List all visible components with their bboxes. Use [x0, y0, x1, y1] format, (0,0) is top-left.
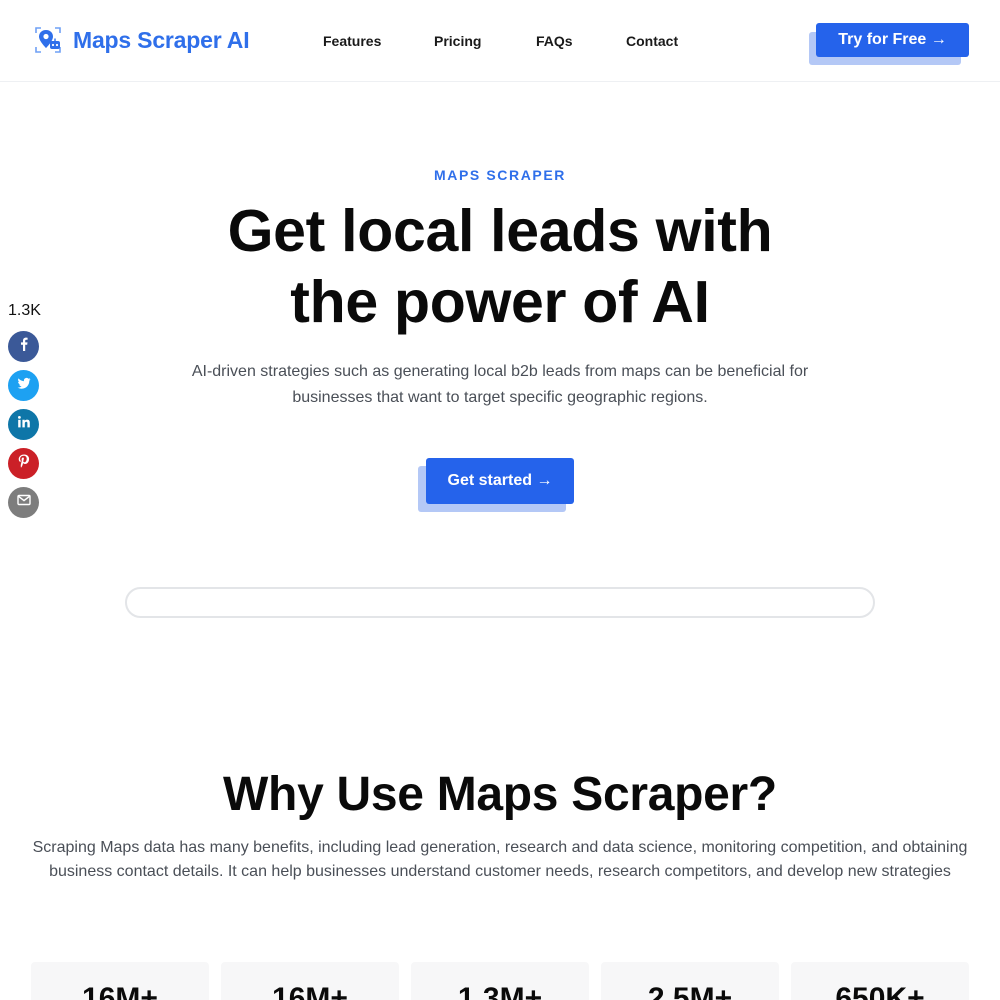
twitter-share-button[interactable]: [8, 370, 39, 401]
hero-title: Get local leads with the power of AI: [150, 196, 850, 338]
facebook-icon: [16, 336, 32, 357]
email-share-button[interactable]: [8, 487, 39, 518]
nav-faqs[interactable]: FAQs: [536, 33, 573, 49]
linkedin-icon: [16, 414, 32, 435]
stat-value: 650K+: [835, 982, 925, 1000]
pinterest-icon: [16, 453, 32, 474]
try-for-free-button[interactable]: Try for Free →: [816, 23, 969, 57]
linkedin-share-button[interactable]: [8, 409, 39, 440]
stat-card: 16M+: [31, 962, 209, 1000]
stat-card: 16M+: [221, 962, 399, 1000]
facebook-share-button[interactable]: [8, 331, 39, 362]
nav-features[interactable]: Features: [323, 33, 381, 49]
why-section-subtitle: Scraping Maps data has many benefits, in…: [32, 839, 968, 880]
site-header: Maps Scraper AI Features Pricing FAQs Co…: [0, 0, 1000, 82]
stat-card: 650K+: [791, 962, 969, 1000]
pinterest-share-button[interactable]: [8, 448, 39, 479]
search-input[interactable]: [125, 587, 875, 618]
stat-card: 1.3M+: [411, 962, 589, 1000]
hero-subtitle: AI-driven strategies such as generating …: [191, 363, 809, 406]
stat-value: 1.3M+: [457, 982, 543, 1000]
stat-value: 2.5M+: [647, 982, 733, 1000]
hero-eyebrow: MAPS SCRAPER: [434, 167, 566, 183]
why-section-title: Why Use Maps Scraper?: [223, 768, 777, 821]
share-count: 1.3K: [8, 302, 41, 319]
stat-card: 2.5M+: [601, 962, 779, 1000]
hero-title-line-2: the power of AI: [290, 269, 710, 335]
get-started-button[interactable]: Get started →: [426, 458, 574, 504]
stat-value: 16M+: [272, 982, 348, 1000]
nav-contact[interactable]: Contact: [626, 33, 678, 49]
twitter-icon: [16, 375, 32, 396]
email-icon: [16, 492, 32, 513]
hero-title-line-1: Get local leads with: [227, 198, 773, 264]
stat-value: 16M+: [82, 982, 158, 1000]
nav-pricing[interactable]: Pricing: [434, 33, 481, 49]
